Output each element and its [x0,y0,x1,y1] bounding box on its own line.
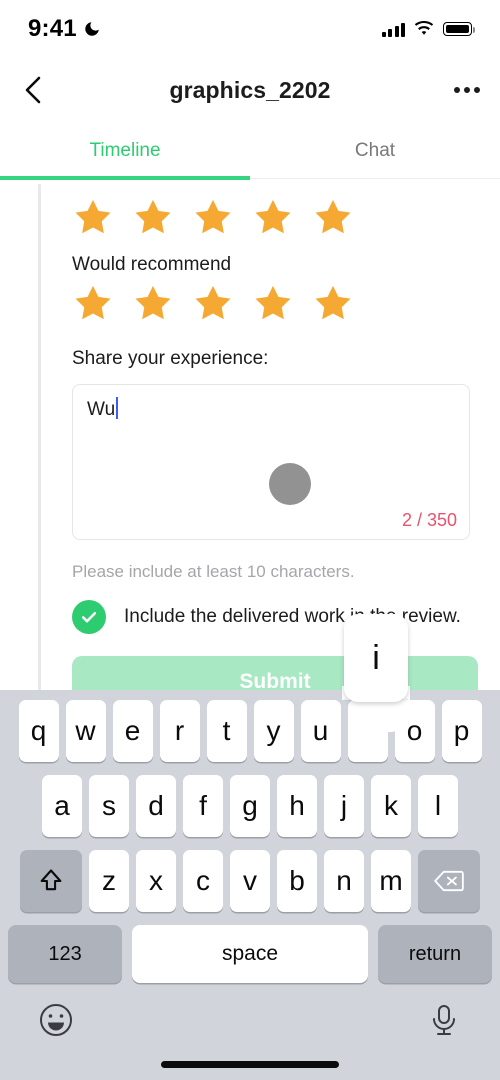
key-popup-letter: i [344,614,408,702]
star-icon[interactable] [252,282,294,324]
key-l[interactable]: l [418,775,458,837]
key-s[interactable]: s [89,775,129,837]
key-c[interactable]: c [183,850,223,912]
touch-point-indicator [269,463,311,505]
rating-stars-recommend[interactable] [0,276,500,324]
star-icon[interactable] [132,282,174,324]
checklist-label: Include the delivered work in the review… [124,606,461,627]
would-recommend-label: Would recommend [72,254,232,275]
key-m[interactable]: m [371,850,411,912]
status-bar: 9:41 [0,0,500,58]
onscreen-keyboard: q w e r t y u o p a s d f g h j k l z x … [0,690,500,1080]
character-counter: 2 / 350 [401,510,457,530]
key-z[interactable]: z [89,850,129,912]
key-q[interactable]: q [18,700,59,762]
star-icon[interactable] [192,196,234,238]
navigation-bar: graphics_2202 [0,58,500,122]
more-horizontal-icon [454,87,460,93]
moon-icon [85,22,99,36]
key-j[interactable]: j [324,775,364,837]
key-g[interactable]: g [230,775,270,837]
rating-stars-overall[interactable] [0,180,500,238]
cellular-signal-icon [381,22,405,37]
tab-bar: Timeline Chat [0,122,500,180]
key-r[interactable]: r [159,700,200,762]
backspace-key[interactable] [418,850,480,912]
key-d[interactable]: d [136,775,176,837]
keyboard-bottom-bar [0,990,500,1080]
tab-divider [250,178,500,179]
check-circle-icon [72,600,106,634]
backspace-delete-icon [434,870,464,892]
textarea-value: Wu [87,397,119,421]
key-f[interactable]: f [183,775,223,837]
key-n[interactable]: n [324,850,364,912]
keyboard-row-2: a s d f g h j k l [0,775,500,837]
wifi-icon [414,21,434,35]
home-indicator [161,1061,339,1068]
back-button[interactable] [0,58,66,122]
text-cursor [116,397,119,419]
tab-timeline-label: Timeline [89,140,161,161]
star-icon[interactable] [132,196,174,238]
return-key[interactable]: return [377,925,492,983]
tab-chat-label: Chat [354,140,396,161]
star-icon[interactable] [192,282,234,324]
space-key[interactable]: space [132,925,368,983]
chevron-left-icon [25,76,41,104]
helper-text: Please include at least 10 characters. [72,562,355,581]
key-v[interactable]: v [230,850,270,912]
star-icon[interactable] [312,282,354,324]
key-k[interactable]: k [371,775,411,837]
shift-up-arrow-icon [40,869,62,891]
star-icon[interactable] [312,196,354,238]
numbers-key[interactable]: 123 [8,925,123,983]
key-u[interactable]: u [300,700,341,762]
experience-textarea[interactable]: Wu 2 / 350 [72,384,470,540]
star-icon[interactable] [72,196,114,238]
key-y[interactable]: y [253,700,294,762]
timeline-rail [38,184,41,744]
keyboard-row-4: 123 space return [0,925,500,983]
keyboard-row-1: q w e r t y u o p [0,700,500,762]
key-p[interactable]: p [441,700,482,762]
page-title: graphics_2202 [169,76,331,103]
status-bar-left: 9:41 [28,15,101,43]
key-press-popup: i [342,614,410,734]
checklist-item-delivered-work[interactable]: Include the delivered work in the review… [0,582,500,634]
emoji-smiley-icon[interactable] [38,1002,74,1038]
status-bar-right [381,21,475,37]
star-icon[interactable] [72,282,114,324]
tab-timeline[interactable]: Timeline [0,122,250,180]
key-x[interactable]: x [136,850,176,912]
phone-screen: 9:41 graphics_2202 Timeline Chat Would r… [0,0,500,1080]
key-b[interactable]: b [277,850,317,912]
share-experience-label: Share your experience: [72,348,269,369]
shift-key[interactable] [20,850,82,912]
key-a[interactable]: a [42,775,82,837]
key-w[interactable]: w [65,700,106,762]
star-icon[interactable] [252,196,294,238]
battery-full-icon [443,22,475,36]
status-time: 9:41 [28,15,77,42]
key-h[interactable]: h [277,775,317,837]
keyboard-row-3: z x c v b n m [0,850,500,912]
microphone-icon[interactable] [426,1002,462,1038]
more-options-button[interactable] [434,58,500,122]
key-e[interactable]: e [112,700,153,762]
key-t[interactable]: t [206,700,247,762]
tab-chat[interactable]: Chat [250,122,500,180]
